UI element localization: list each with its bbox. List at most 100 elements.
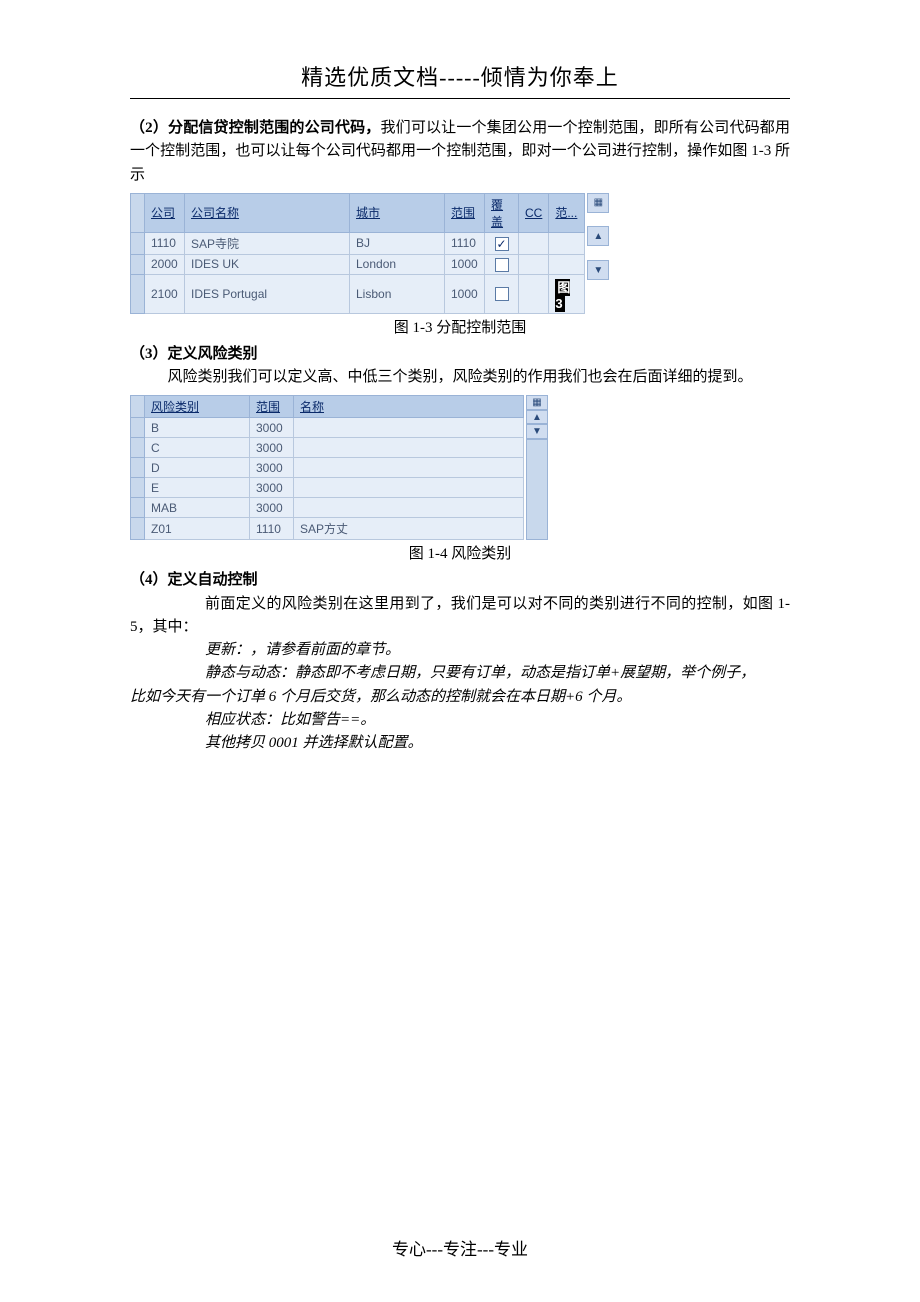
cell-range: 1110 [250, 518, 294, 540]
table-row[interactable]: MAB3000 [131, 498, 524, 518]
table2-wrap: 风险类别 范围 名称 B3000 C3000 D3000 E3000 MAB30… [130, 395, 790, 540]
table-row[interactable]: C3000 [131, 438, 524, 458]
row-handle[interactable] [131, 438, 145, 458]
section2-head: （2）分配信贷控制范围的公司代码， [130, 120, 380, 136]
page-footer: 专心---专注---专业 [130, 1235, 790, 1260]
row-handle[interactable] [131, 518, 145, 540]
section2-para: （2）分配信贷控制范围的公司代码，我们可以让一个集团公用一个控制范围，即所有公司… [130, 117, 790, 187]
cell-name: SAP寺院 [185, 232, 350, 254]
cell-city: BJ [350, 232, 445, 254]
section4-p5: 其他拷贝 0001 并选择默认配置。 [130, 732, 790, 755]
settings-icon[interactable]: ▦ [587, 193, 609, 213]
row-handle[interactable] [131, 254, 145, 274]
table1-col-fan[interactable]: 范... [549, 193, 585, 232]
cell-fan: 图 3 [549, 274, 585, 313]
table1-col-code[interactable]: 公司 [145, 193, 185, 232]
table1: 公司 公司名称 城市 范围 覆盖 CC 范... 1110 SAP寺院 BJ 1… [130, 193, 585, 314]
cell-range: 3000 [250, 458, 294, 478]
table2-col-range[interactable]: 范围 [250, 396, 294, 418]
scroll-track[interactable] [526, 439, 548, 540]
cell-code: 1110 [145, 232, 185, 254]
checkbox-icon[interactable] [495, 287, 509, 301]
cell-range: 1000 [445, 274, 485, 313]
cell-cc [519, 254, 549, 274]
table2: 风险类别 范围 名称 B3000 C3000 D3000 E3000 MAB30… [130, 395, 524, 540]
cell-cc [519, 274, 549, 313]
scroll-up-icon[interactable]: ▲ [526, 410, 548, 425]
table2-col-name[interactable]: 名称 [294, 396, 524, 418]
cell-range: 1110 [445, 232, 485, 254]
cell-risk: C [145, 438, 250, 458]
checkbox-icon[interactable]: ✓ [495, 237, 509, 251]
table-row[interactable]: D3000 [131, 458, 524, 478]
cell-name: SAP方丈 [294, 518, 524, 540]
cell-name: IDES UK [185, 254, 350, 274]
cell-name [294, 418, 524, 438]
table2-col-risk[interactable]: 风险类别 [145, 396, 250, 418]
cell-city: London [350, 254, 445, 274]
section3-para: 风险类别我们可以定义高、中低三个类别，风险类别的作用我们也会在后面详细的提到。 [130, 366, 790, 389]
page-header-title: 精选优质文档-----倾情为你奉上 [130, 60, 790, 92]
scroll-down-icon[interactable]: ▼ [526, 424, 548, 439]
cell-risk: D [145, 458, 250, 478]
scroll-up-icon[interactable]: ▲ [587, 226, 609, 246]
cell-name [294, 438, 524, 458]
row-handle[interactable] [131, 232, 145, 254]
table1-scrollbar: ▦ ▲ ▼ [587, 193, 609, 314]
settings-icon[interactable]: ▦ [526, 395, 548, 410]
table-row[interactable]: B3000 [131, 418, 524, 438]
table1-col-range[interactable]: 范围 [445, 193, 485, 232]
cell-range: 3000 [250, 438, 294, 458]
row-handle[interactable] [131, 498, 145, 518]
cell-range: 1000 [445, 254, 485, 274]
cell-range: 3000 [250, 418, 294, 438]
cell-cover[interactable] [485, 274, 519, 313]
table1-wrap: 公司 公司名称 城市 范围 覆盖 CC 范... 1110 SAP寺院 BJ 1… [130, 193, 790, 314]
table1-col-name[interactable]: 公司名称 [185, 193, 350, 232]
cell-fan [549, 254, 585, 274]
table-row[interactable]: 2000 IDES UK London 1000 [131, 254, 585, 274]
table1-col-city[interactable]: 城市 [350, 193, 445, 232]
cell-cc [519, 232, 549, 254]
table2-scrollbar: ▦ ▲ ▼ [526, 395, 548, 540]
row-handle[interactable] [131, 458, 145, 478]
cell-name [294, 478, 524, 498]
cell-risk: MAB [145, 498, 250, 518]
scroll-down-icon[interactable]: ▼ [587, 260, 609, 280]
cell-risk: Z01 [145, 518, 250, 540]
cell-risk: E [145, 478, 250, 498]
section4-head: （4）定义自动控制 [130, 569, 790, 592]
table-row[interactable]: 2100 IDES Portugal Lisbon 1000 图 3 [131, 274, 585, 313]
cell-fan [549, 232, 585, 254]
cell-name [294, 498, 524, 518]
cell-risk: B [145, 418, 250, 438]
cell-cover[interactable]: ✓ [485, 232, 519, 254]
section3-head: （3）定义风险类别 [130, 343, 790, 366]
cell-name: IDES Portugal [185, 274, 350, 313]
cell-name [294, 458, 524, 478]
table1-col-cover[interactable]: 覆盖 [485, 193, 519, 232]
row-handle[interactable] [131, 274, 145, 313]
section4-p1: 前面定义的风险类别在这里用到了，我们是可以对不同的类别进行不同的控制，如图 1-… [130, 593, 790, 640]
checkbox-icon[interactable] [495, 258, 509, 272]
table-row[interactable]: Z011110SAP方丈 [131, 518, 524, 540]
section4-p3b: 比如今天有一个订单 6 个月后交货，那么动态的控制就会在本日期+6 个月。 [130, 686, 790, 709]
section4-p2: 更新：，请参看前面的章节。 [130, 639, 790, 662]
table-row[interactable]: 1110 SAP寺院 BJ 1110 ✓ [131, 232, 585, 254]
row-handle[interactable] [131, 418, 145, 438]
table2-caption: 图 1-4 风险类别 [130, 542, 790, 563]
cell-code: 2100 [145, 274, 185, 313]
cell-city: Lisbon [350, 274, 445, 313]
cell-cover[interactable] [485, 254, 519, 274]
table1-col-cc[interactable]: CC [519, 193, 549, 232]
table-row[interactable]: E3000 [131, 478, 524, 498]
table1-caption: 图 1-3 分配控制范围 [130, 316, 790, 337]
table2-header-row: 风险类别 范围 名称 [131, 396, 524, 418]
row-handle[interactable] [131, 478, 145, 498]
badge-label: 图 3 [555, 279, 570, 312]
cell-code: 2000 [145, 254, 185, 274]
table2-rowhandle-header [131, 396, 145, 418]
table1-rowhandle-header [131, 193, 145, 232]
header-rule [130, 98, 790, 99]
cell-range: 3000 [250, 478, 294, 498]
